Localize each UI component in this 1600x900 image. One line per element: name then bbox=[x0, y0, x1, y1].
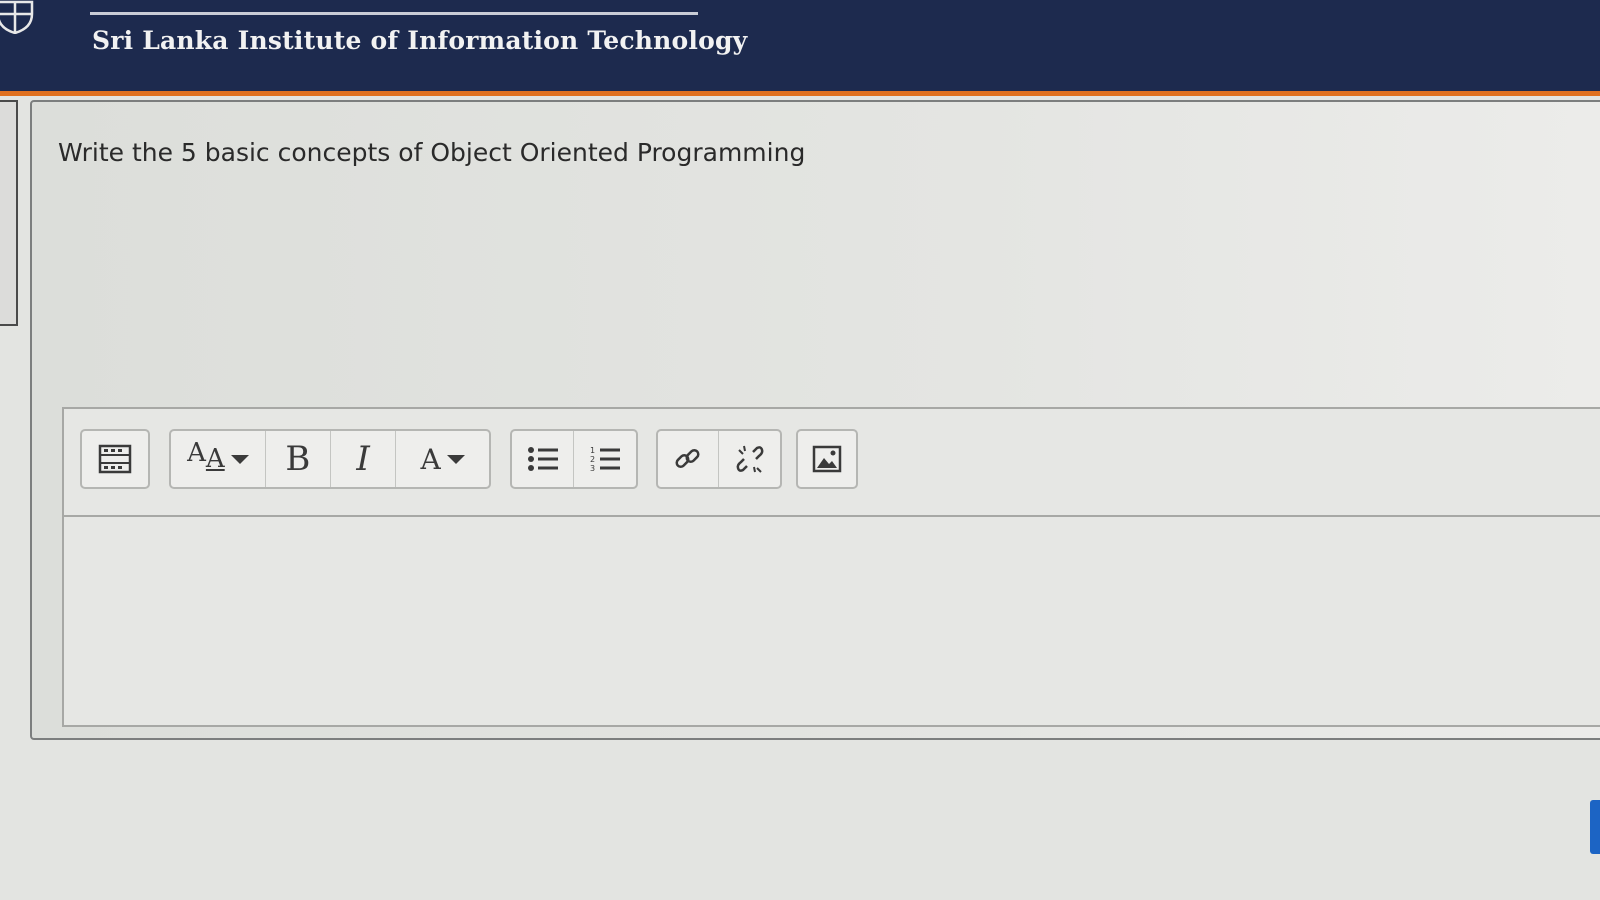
toolbar-toggle-group bbox=[80, 429, 150, 489]
list-group: 1 2 3 bbox=[510, 429, 638, 489]
font-color-button[interactable]: A bbox=[396, 431, 489, 487]
unlink-icon bbox=[736, 445, 763, 473]
chevron-down-icon bbox=[230, 454, 249, 464]
editor-toolbar: AA B I A 1 2 3 bbox=[64, 409, 1600, 517]
svg-text:3: 3 bbox=[590, 464, 595, 473]
bold-icon: B bbox=[285, 439, 311, 479]
text-format-group: AA B I A bbox=[169, 429, 491, 489]
insert-link-button[interactable] bbox=[658, 431, 720, 487]
question-card: Write the 5 basic concepts of Object Ori… bbox=[30, 100, 1600, 740]
answer-editor: AA B I A 1 2 3 bbox=[62, 407, 1600, 727]
font-size-icon: AA bbox=[187, 438, 225, 474]
bullet-list-icon bbox=[527, 447, 558, 471]
link-group bbox=[656, 429, 782, 489]
link-icon bbox=[675, 448, 700, 469]
media-group bbox=[796, 429, 858, 489]
bullet-list-button[interactable] bbox=[512, 431, 575, 487]
header-divider bbox=[90, 12, 698, 15]
svg-text:2: 2 bbox=[590, 455, 595, 464]
institute-logo-icon bbox=[0, 0, 34, 34]
question-text: Write the 5 basic concepts of Object Ori… bbox=[58, 138, 806, 167]
insert-image-button[interactable] bbox=[798, 431, 856, 487]
chevron-down-icon bbox=[446, 454, 465, 464]
answer-input[interactable] bbox=[64, 517, 1600, 725]
side-accent-bar bbox=[1590, 800, 1600, 854]
italic-icon: I bbox=[356, 439, 370, 479]
numbered-list-icon: 1 2 3 bbox=[590, 446, 620, 473]
font-color-icon: A bbox=[420, 442, 441, 476]
bold-button[interactable]: B bbox=[266, 431, 331, 487]
toolbar-toggle-icon bbox=[98, 444, 132, 474]
site-header: Sri Lanka Institute of Information Techn… bbox=[0, 0, 1600, 96]
side-nav-toggle[interactable] bbox=[0, 100, 18, 326]
numbered-list-button[interactable]: 1 2 3 bbox=[574, 431, 636, 487]
remove-link-button[interactable] bbox=[719, 431, 780, 487]
image-icon bbox=[812, 445, 842, 473]
font-size-button[interactable]: AA bbox=[171, 431, 266, 487]
italic-button[interactable]: I bbox=[331, 431, 397, 487]
svg-text:1: 1 bbox=[590, 446, 595, 455]
toolbar-toggle-button[interactable] bbox=[82, 431, 148, 487]
institute-title: Sri Lanka Institute of Information Techn… bbox=[92, 26, 748, 55]
